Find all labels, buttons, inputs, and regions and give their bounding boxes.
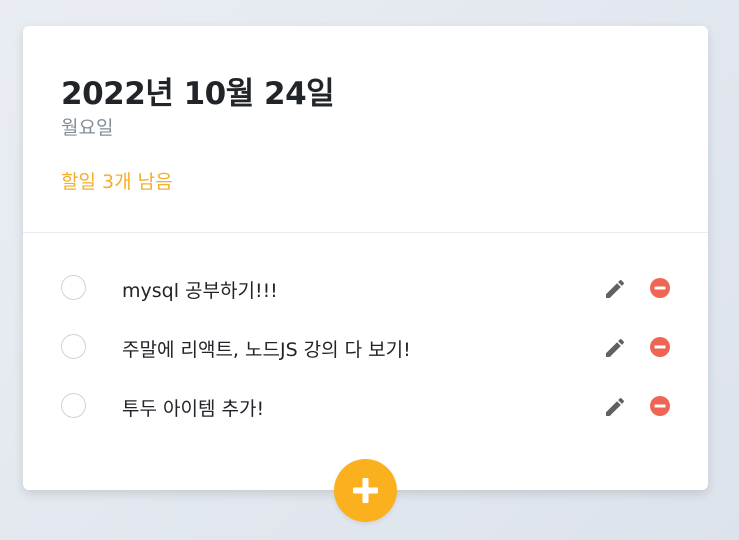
todo-text: 주말에 리액트, 노드JS 강의 다 보기! — [122, 339, 411, 361]
minus-circle-icon[interactable] — [650, 396, 670, 416]
todo-text: mysql 공부하기!!! — [122, 280, 278, 302]
date-title: 2022년 10월 24일 — [61, 76, 335, 112]
todo-item: 주말에 리액트, 노드JS 강의 다 보기! — [23, 327, 708, 367]
minus-circle-icon[interactable] — [650, 337, 670, 357]
todo-text: 투두 아이템 추가! — [122, 398, 265, 420]
weekday-label: 월요일 — [61, 117, 114, 139]
minus-circle-icon[interactable] — [650, 278, 670, 298]
todo-checkbox[interactable] — [61, 334, 86, 359]
todo-header: 2022년 10월 24일 월요일 할일 3개 남음 — [23, 26, 708, 233]
todo-card: 2022년 10월 24일 월요일 할일 3개 남음 mysql 공부하기!!!… — [23, 26, 708, 490]
pencil-icon[interactable] — [603, 336, 627, 360]
add-todo-button[interactable] — [334, 459, 397, 522]
todo-checkbox[interactable] — [61, 393, 86, 418]
pencil-icon[interactable] — [603, 395, 627, 419]
todo-item: 투두 아이템 추가! — [23, 386, 708, 426]
tasks-left-count: 할일 3개 남음 — [61, 171, 173, 193]
pencil-icon[interactable] — [603, 277, 627, 301]
todo-checkbox[interactable] — [61, 275, 86, 300]
todo-item: mysql 공부하기!!! — [23, 268, 708, 308]
plus-icon — [353, 478, 378, 503]
